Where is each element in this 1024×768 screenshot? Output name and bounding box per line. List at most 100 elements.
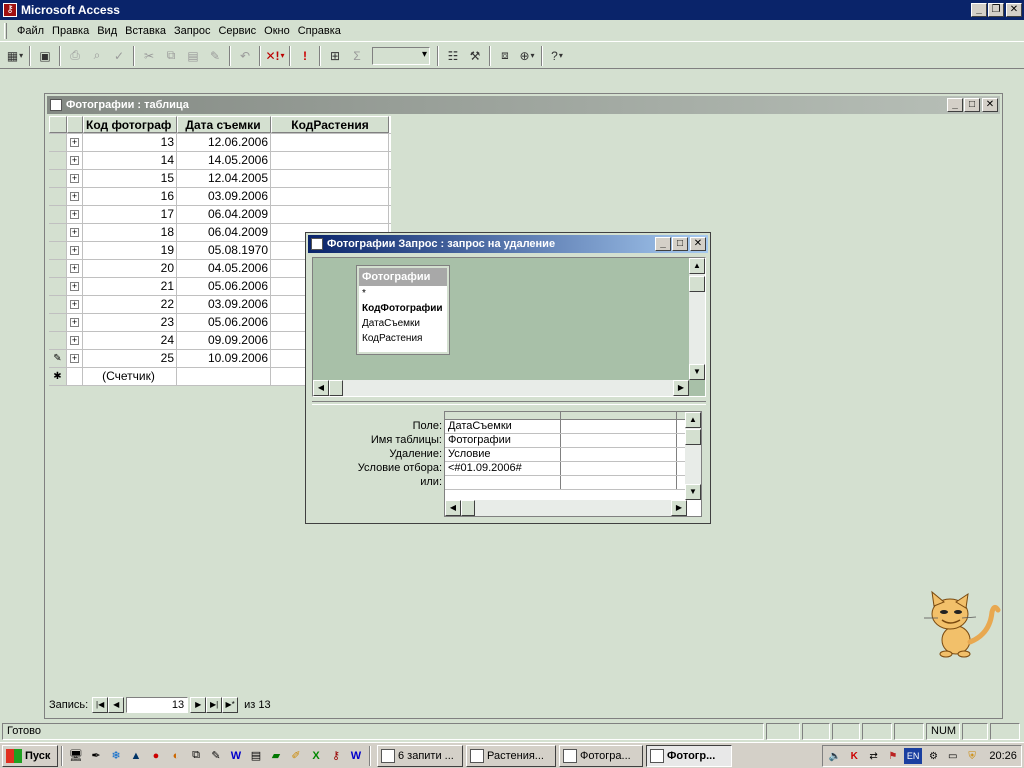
quicklaunch-word-icon[interactable]: W (226, 746, 246, 766)
field-list-item[interactable]: * (359, 286, 447, 301)
column-header-plant-id[interactable]: КодРастения (271, 116, 389, 133)
query-maximize-button[interactable]: □ (672, 237, 688, 251)
cell-photo-id[interactable]: 21 (83, 278, 177, 295)
menu-query[interactable]: Запрос (170, 25, 214, 37)
scroll-up-button[interactable]: ▲ (685, 412, 701, 428)
menu-view[interactable]: Вид (93, 25, 121, 37)
print-icon[interactable]: ⎙ (64, 45, 86, 67)
prev-record-button[interactable]: ◀ (108, 697, 125, 713)
cell-photo-id[interactable]: 25 (83, 350, 177, 367)
paste-icon[interactable]: ▤ (182, 45, 204, 67)
quicklaunch-pencil-icon[interactable]: ✐ (286, 746, 306, 766)
close-button[interactable]: ✕ (1006, 3, 1022, 17)
table-row[interactable]: +13 12.06.2006 (49, 134, 391, 152)
cell-photo-id[interactable]: 15 (83, 170, 177, 187)
grid-cell-empty[interactable] (561, 420, 677, 433)
quicklaunch-chart-icon[interactable]: ▰ (266, 746, 286, 766)
taskbar-button-photos-query[interactable]: Фотогр... (646, 744, 732, 767)
expand-subdatasheet[interactable]: + (67, 350, 83, 367)
access-icon[interactable]: ⚷ (3, 3, 17, 17)
grid-cell-field[interactable]: ДатаСъемки (445, 420, 561, 433)
grid-cell-empty[interactable] (561, 448, 677, 461)
query-window-titlebar[interactable]: Фотографии Запрос : запрос на удаление _… (308, 235, 708, 253)
grid-cell-or[interactable] (445, 476, 561, 489)
quicklaunch-word2-icon[interactable]: W (346, 746, 366, 766)
grid-cell-empty[interactable] (561, 434, 677, 447)
cell-date[interactable]: 05.08.1970 (177, 242, 271, 259)
cell-date[interactable]: 10.09.2006 (177, 350, 271, 367)
cell-photo-id[interactable]: 23 (83, 314, 177, 331)
plus-icon[interactable]: + (70, 191, 79, 201)
cell-date[interactable]: 05.06.2006 (177, 278, 271, 295)
help-icon[interactable]: ? ▾ (546, 45, 568, 67)
plus-icon[interactable]: + (70, 245, 79, 255)
build-icon[interactable]: ⚒ (464, 45, 486, 67)
table-window-titlebar[interactable]: Фотографии : таблица _ □ ✕ (47, 96, 1000, 114)
next-record-button[interactable]: ▶ (190, 697, 207, 713)
row-selector[interactable] (49, 170, 67, 187)
expand-subdatasheet[interactable]: + (67, 224, 83, 241)
cell-date[interactable]: 03.09.2006 (177, 296, 271, 313)
last-record-button[interactable]: ▶| (206, 697, 223, 713)
scroll-left-button[interactable]: ◀ (313, 380, 329, 396)
table-pane-hscroll[interactable]: ◀ ▶ (313, 380, 689, 396)
quicklaunch-arrow-icon[interactable]: ▲ (126, 746, 146, 766)
quicklaunch-access-icon[interactable]: ⚷ (326, 746, 346, 766)
menu-file[interactable]: Файл (13, 25, 48, 37)
column-header-photo-id[interactable]: Код фотограф (83, 116, 177, 133)
row-selector[interactable] (49, 296, 67, 313)
row-selector[interactable] (49, 332, 67, 349)
row-selector[interactable] (49, 242, 67, 259)
row-selector[interactable] (49, 188, 67, 205)
grid-vscroll[interactable]: ▲ ▼ (685, 412, 701, 500)
expand-subdatasheet[interactable]: + (67, 170, 83, 187)
table-close-button[interactable]: ✕ (982, 98, 998, 112)
quicklaunch-edit-icon[interactable]: ✎ (206, 746, 226, 766)
field-list[interactable]: Фотографии * КодФотографии ДатаСъемки Ко… (356, 265, 450, 355)
expand-subdatasheet[interactable]: + (67, 296, 83, 313)
grid-cell-empty[interactable] (561, 476, 677, 489)
field-list-title[interactable]: Фотографии (359, 268, 447, 286)
cell-photo-id[interactable]: 16 (83, 188, 177, 205)
field-list-item[interactable]: ДатаСъемки (359, 316, 447, 331)
expand-subdatasheet[interactable]: + (67, 278, 83, 295)
cell-date[interactable]: 09.09.2006 (177, 332, 271, 349)
network-icon[interactable]: ⇄ (866, 748, 882, 764)
totals-icon[interactable]: Σ (346, 45, 368, 67)
query-table-pane[interactable]: Фотографии * КодФотографии ДатаСъемки Ко… (312, 257, 706, 397)
cell-autonumber[interactable]: (Счетчик) (83, 368, 177, 385)
scroll-thumb[interactable] (461, 500, 475, 516)
database-window-icon[interactable]: ⧈ (494, 45, 516, 67)
row-selector[interactable] (49, 314, 67, 331)
pane-splitter[interactable] (312, 401, 706, 405)
settings-icon[interactable]: ⚙ (925, 748, 941, 764)
plus-icon[interactable]: + (70, 299, 79, 309)
row-selector[interactable] (49, 260, 67, 277)
cell-plant-id[interactable] (271, 152, 389, 169)
cell-date[interactable]: 12.04.2005 (177, 170, 271, 187)
menu-insert[interactable]: Вставка (121, 25, 170, 37)
quicklaunch-media-icon[interactable]: ● (146, 746, 166, 766)
cell-photo-id[interactable]: 17 (83, 206, 177, 223)
table-minimize-button[interactable]: _ (947, 98, 963, 112)
cell-plant-id[interactable] (271, 188, 389, 205)
cell-plant-id[interactable] (271, 134, 389, 151)
query-type-icon[interactable]: ✕! ▾ (264, 45, 286, 67)
scroll-thumb[interactable] (689, 276, 705, 292)
edit-pencil-icon[interactable]: ✎ (49, 350, 67, 367)
row-selector[interactable] (49, 134, 67, 151)
record-number-input[interactable]: 13 (126, 697, 189, 713)
cell-photo-id[interactable]: 18 (83, 224, 177, 241)
table-row[interactable]: +16 03.09.2006 (49, 188, 391, 206)
spell-icon[interactable]: ✓ (108, 45, 130, 67)
scroll-right-button[interactable]: ▶ (673, 380, 689, 396)
menu-edit[interactable]: Правка (48, 25, 93, 37)
properties-icon[interactable]: ☷ (442, 45, 464, 67)
save-icon[interactable]: ▣ (34, 45, 56, 67)
grid-column-selector[interactable] (561, 412, 677, 419)
taskbar-button-plants[interactable]: Растения... (466, 744, 556, 767)
query-close-button[interactable]: ✕ (690, 237, 706, 251)
expand-subdatasheet[interactable]: + (67, 206, 83, 223)
expand-subdatasheet[interactable]: + (67, 314, 83, 331)
antivirus-icon[interactable]: K (846, 748, 862, 764)
